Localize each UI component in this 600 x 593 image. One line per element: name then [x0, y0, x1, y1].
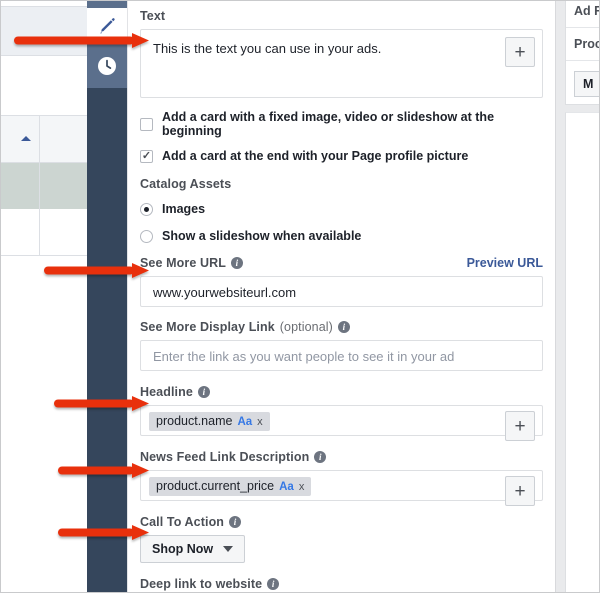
- left-icon-rail: [87, 0, 127, 593]
- caret-up-icon[interactable]: [21, 136, 31, 141]
- call-to-action-label: Call To Action i: [140, 515, 543, 529]
- radio-selected-icon[interactable]: [140, 203, 153, 216]
- checkbox-row-add-card-end[interactable]: ✓ Add a card at the end with your Page p…: [140, 149, 543, 163]
- clock-icon: [97, 56, 117, 76]
- add-headline-token-button[interactable]: +: [505, 411, 535, 441]
- deep-link-label: Deep link to website i: [140, 577, 543, 591]
- pencil-icon: [97, 16, 117, 36]
- call-to-action-dropdown[interactable]: Shop Now: [140, 535, 245, 563]
- news-feed-link-description-input[interactable]: product.current_price Aa x +: [140, 470, 543, 501]
- checkbox-row-add-card-beginning[interactable]: Add a card with a fixed image, video or …: [140, 110, 543, 138]
- info-icon[interactable]: i: [267, 578, 279, 590]
- see-more-display-link-input[interactable]: Enter the link as you want people to see…: [140, 340, 543, 371]
- table-row: [0, 6, 96, 56]
- right-panel-top-title: Ad F: [574, 1, 600, 21]
- news-feed-token-text: product.current_price: [156, 479, 274, 493]
- screenshot-root: Text This is the text you can use in you…: [0, 0, 600, 593]
- checkbox-checked-icon[interactable]: ✓: [140, 150, 153, 163]
- headline-label: Headline i: [140, 385, 543, 399]
- headline-token-text: product.name: [156, 414, 232, 428]
- rail-top-cap: [87, 0, 127, 8]
- see-more-display-link-label: See More Display Link (optional) i: [140, 320, 543, 334]
- headline-label-text: Headline: [140, 385, 193, 399]
- see-more-url-label-text: See More URL: [140, 256, 226, 270]
- see-more-url-header: See More URL i Preview URL: [140, 256, 543, 270]
- radio-dot: [144, 207, 149, 212]
- radio-row-slideshow[interactable]: Show a slideshow when available: [140, 229, 543, 243]
- table-row-selected: [0, 163, 96, 209]
- see-more-url-value: www.yourwebsiteurl.com: [141, 277, 542, 309]
- checkbox-label: Add a card with a fixed image, video or …: [162, 110, 543, 138]
- token-remove-icon[interactable]: x: [299, 481, 305, 493]
- right-panel-section-title: Proc: [574, 34, 600, 54]
- right-side-panel: Ad F Proc M: [556, 0, 600, 593]
- text-input[interactable]: This is the text you can use in your ads…: [140, 29, 543, 98]
- table-column-divider: [39, 115, 40, 256]
- add-news-feed-token-button[interactable]: +: [505, 476, 535, 506]
- right-panel-lower-area: [565, 112, 600, 593]
- radio-row-images[interactable]: Images: [140, 202, 543, 216]
- see-more-display-link-placeholder: Enter the link as you want people to see…: [141, 341, 542, 373]
- background-table: [0, 0, 96, 593]
- radio-label: Images: [162, 202, 205, 216]
- add-text-button[interactable]: +: [505, 37, 535, 67]
- table-row: [0, 209, 96, 256]
- table-header-row: [0, 115, 96, 163]
- history-tab[interactable]: [87, 44, 127, 88]
- info-icon[interactable]: i: [338, 321, 350, 333]
- headline-input[interactable]: product.name Aa x +: [140, 405, 543, 436]
- checkbox-unchecked-icon[interactable]: [140, 118, 153, 131]
- text-field-label: Text: [140, 9, 543, 23]
- ad-creative-form-panel: Text This is the text you can use in you…: [127, 0, 556, 593]
- catalog-assets-label-text: Catalog Assets: [140, 177, 231, 191]
- radio-label: Show a slideshow when available: [162, 229, 361, 243]
- token-format-icon[interactable]: Aa: [237, 416, 252, 428]
- token-remove-icon[interactable]: x: [257, 416, 263, 428]
- catalog-assets-label: Catalog Assets: [140, 177, 543, 191]
- table-row: [0, 256, 96, 593]
- info-icon[interactable]: i: [314, 451, 326, 463]
- chevron-down-icon: [223, 546, 233, 552]
- call-to-action-label-text: Call To Action: [140, 515, 224, 529]
- text-field-block: Text This is the text you can use in you…: [140, 0, 543, 98]
- divider: [566, 60, 600, 61]
- call-to-action-dropdown-wrap: Shop Now: [140, 535, 543, 563]
- preview-url-link[interactable]: Preview URL: [467, 256, 543, 270]
- right-panel-button[interactable]: M: [574, 71, 600, 97]
- text-input-value: This is the text you can use in your ads…: [141, 30, 542, 68]
- table-row: [0, 56, 96, 115]
- right-panel-card: Ad F Proc M: [565, 0, 600, 105]
- info-icon[interactable]: i: [198, 386, 210, 398]
- see-more-display-link-optional: (optional): [280, 320, 333, 334]
- see-more-url-label: See More URL i: [140, 256, 243, 270]
- radio-unselected-icon[interactable]: [140, 230, 153, 243]
- info-icon[interactable]: i: [229, 516, 241, 528]
- see-more-url-input[interactable]: www.yourwebsiteurl.com: [140, 276, 543, 307]
- news-feed-link-description-token[interactable]: product.current_price Aa x: [149, 477, 311, 496]
- edit-tab[interactable]: [87, 8, 127, 44]
- check-mark-icon: ✓: [142, 151, 151, 162]
- news-feed-link-description-label: News Feed Link Description i: [140, 450, 543, 464]
- see-more-display-link-label-text: See More Display Link: [140, 320, 275, 334]
- call-to-action-value: Shop Now: [152, 542, 213, 556]
- token-format-icon[interactable]: Aa: [279, 481, 294, 493]
- divider: [566, 27, 600, 28]
- checkbox-label: Add a card at the end with your Page pro…: [162, 149, 468, 163]
- text-field-label-text: Text: [140, 9, 165, 23]
- info-icon[interactable]: i: [231, 257, 243, 269]
- news-feed-link-description-label-text: News Feed Link Description: [140, 450, 309, 464]
- deep-link-label-text: Deep link to website: [140, 577, 262, 591]
- headline-token[interactable]: product.name Aa x: [149, 412, 270, 431]
